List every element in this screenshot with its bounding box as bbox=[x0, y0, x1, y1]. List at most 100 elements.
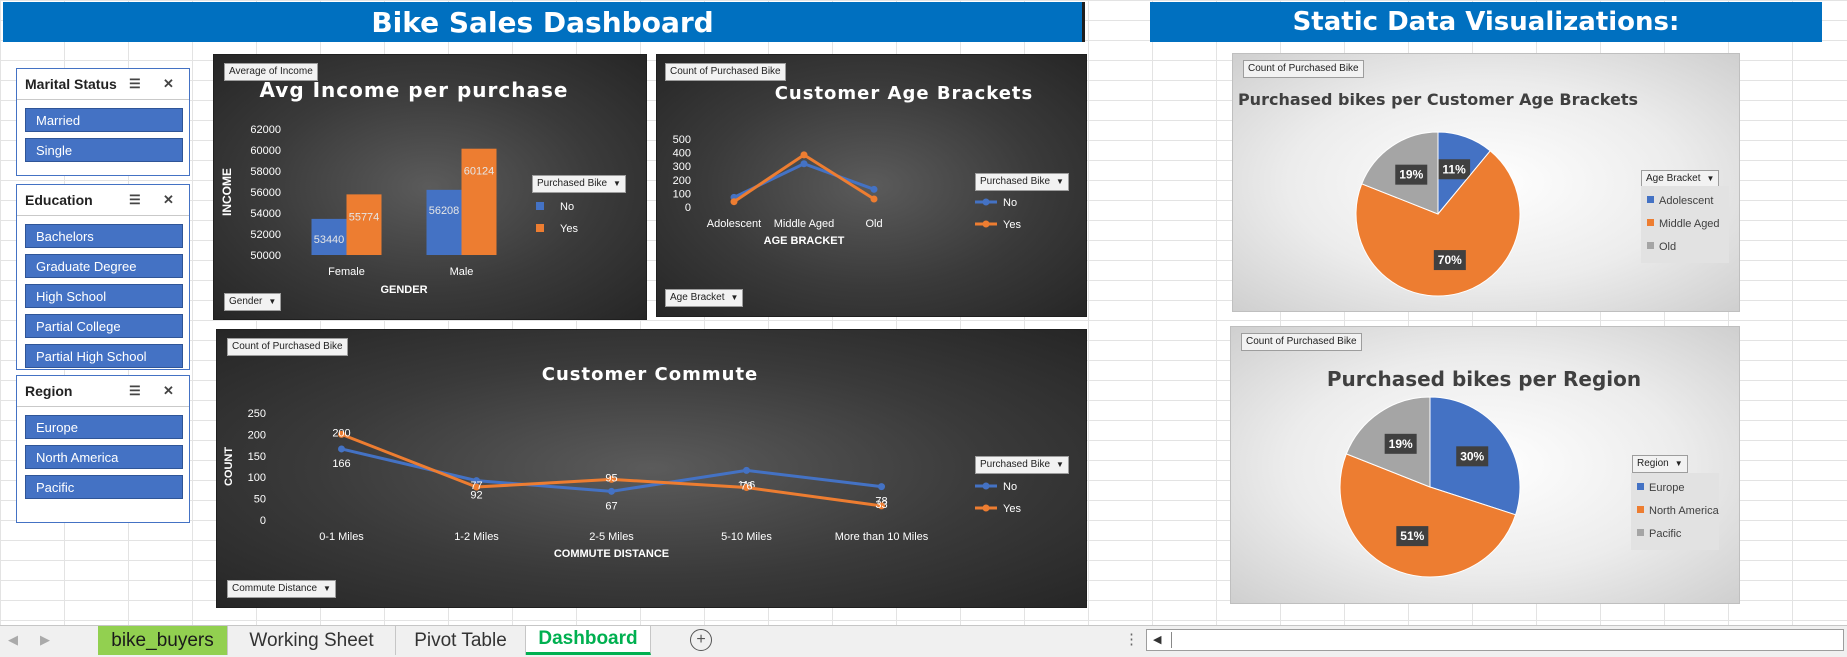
x-axis-title: GENDER bbox=[380, 284, 427, 296]
data-point bbox=[800, 151, 808, 159]
y-tick-label: 50000 bbox=[250, 250, 281, 262]
scroll-right-icon[interactable]: ▶ bbox=[40, 632, 50, 648]
series-line bbox=[733, 162, 875, 199]
y-tick-label: 56000 bbox=[250, 187, 281, 199]
slicer-item-europe[interactable]: Europe bbox=[25, 415, 183, 439]
data-point bbox=[800, 160, 808, 168]
scrollbar-thumb[interactable] bbox=[1171, 632, 1172, 648]
slicer-item-partial-high-school[interactable]: Partial High School bbox=[25, 344, 183, 368]
data-label: 11% bbox=[1442, 162, 1466, 176]
legend-marker bbox=[982, 198, 990, 206]
tab-dashboard[interactable]: Dashboard bbox=[526, 626, 651, 655]
sheet-tab-bar: ◀ ▶ bike_buyers Working Sheet Pivot Tabl… bbox=[0, 625, 1847, 657]
slicer-title: Education bbox=[25, 192, 93, 208]
data-label: 33 bbox=[875, 499, 887, 511]
series-line bbox=[340, 433, 882, 508]
legend-label: Yes bbox=[1003, 219, 1021, 231]
slicer-item-bachelors[interactable]: Bachelors bbox=[25, 224, 183, 248]
chart-title: Customer Age Brackets bbox=[775, 83, 1034, 104]
chart-age-brackets[interactable]: Count of Purchased Bike Age Bracket ▼ Pur… bbox=[656, 54, 1087, 317]
data-label: 56208 bbox=[429, 205, 460, 217]
clear-filter-icon[interactable]: ✕ bbox=[163, 192, 174, 208]
chart-avg-income[interactable]: Average of Income Gender ▼ Purchased Bike… bbox=[213, 54, 647, 320]
chart-avg-income-svg: Avg Income per purchase 50000 52000 54000 56… bbox=[220, 78, 578, 296]
multiselect-icon[interactable]: ☰ bbox=[129, 192, 141, 208]
legend-swatch bbox=[1647, 219, 1654, 226]
bar bbox=[426, 189, 462, 255]
slicer-item-high-school[interactable]: High School bbox=[25, 284, 183, 308]
y-tick-label: 300 bbox=[673, 161, 691, 173]
chart-customer-commute[interactable]: Count of Purchased Bike Commute Distance… bbox=[216, 329, 1087, 608]
x-tick-label: 2-5 Miles bbox=[589, 531, 634, 543]
slicer-marital-status[interactable]: Marital Status ☰ ✕ Married Single bbox=[16, 68, 190, 176]
legend-label: Middle Aged bbox=[1659, 218, 1720, 230]
chart-title: Purchased bikes per Customer Age Bracket… bbox=[1238, 90, 1638, 109]
legend-swatch bbox=[1637, 483, 1644, 490]
horizontal-scrollbar[interactable]: ◀ bbox=[1146, 629, 1844, 651]
legend-label: No bbox=[1003, 197, 1017, 209]
static-title-text: Static Data Visualizations: bbox=[1292, 7, 1680, 37]
legend-swatch bbox=[536, 202, 544, 210]
legend-label: Adolescent bbox=[1659, 195, 1713, 207]
slicer-item-pacific[interactable]: Pacific bbox=[25, 475, 183, 499]
slicer-item-north-america[interactable]: North America bbox=[25, 445, 183, 469]
data-label: 19% bbox=[1399, 168, 1423, 182]
multiselect-icon[interactable]: ☰ bbox=[129, 76, 141, 92]
chart-pie-region-svg: Purchased bikes per Region 30% 51% 19% Europ… bbox=[1327, 367, 1720, 578]
slicer-item-single[interactable]: Single bbox=[25, 138, 183, 162]
slicer-education[interactable]: Education ☰ ✕ Bachelors Graduate Degree … bbox=[16, 184, 190, 370]
chart-title: Purchased bikes per Region bbox=[1327, 367, 1641, 391]
legend-marker bbox=[982, 220, 990, 228]
data-label: 76 bbox=[740, 480, 752, 492]
x-tick-label: Old bbox=[865, 218, 882, 230]
slicer-item-partial-college[interactable]: Partial College bbox=[25, 314, 183, 338]
data-point bbox=[608, 487, 615, 495]
slicer-item-graduate-degree[interactable]: Graduate Degree bbox=[25, 254, 183, 278]
y-tick-label: 60000 bbox=[250, 145, 281, 157]
chart-age-brackets-svg: Customer Age Brackets 0 100200 300400 500 Ado… bbox=[673, 83, 1034, 247]
x-axis-title: AGE BRACKET bbox=[764, 235, 845, 247]
dashboard-title-text: Bike Sales Dashboard bbox=[371, 5, 714, 39]
legend-swatch bbox=[1647, 196, 1654, 203]
scroll-left-arrow-icon[interactable]: ◀ bbox=[1153, 633, 1161, 646]
data-point bbox=[743, 466, 750, 474]
legend-label: No bbox=[560, 201, 574, 213]
chart-customer-commute-svg: Customer Commute 0 50 100 150 200 250 0-1 Miles… bbox=[223, 364, 1021, 560]
legend-marker bbox=[982, 504, 990, 512]
static-title: Static Data Visualizations: bbox=[1150, 2, 1822, 42]
x-axis-title: COMMUTE DISTANCE bbox=[554, 548, 669, 560]
data-label: 67 bbox=[605, 500, 617, 512]
y-tick-label: 52000 bbox=[250, 229, 281, 241]
y-tick-label: 50 bbox=[254, 494, 266, 506]
slicer-item-married[interactable]: Married bbox=[25, 108, 183, 132]
clear-filter-icon[interactable]: ✕ bbox=[163, 383, 174, 399]
x-tick-label: Middle Aged bbox=[774, 218, 835, 230]
clear-filter-icon[interactable]: ✕ bbox=[163, 76, 174, 92]
data-point bbox=[878, 483, 885, 491]
y-tick-label: 200 bbox=[673, 175, 691, 187]
legend-swatch bbox=[1637, 529, 1644, 536]
chart-pie-age-brackets[interactable]: Count of Purchased Bike Age Bracket ▼ Pur… bbox=[1232, 53, 1740, 312]
series-line bbox=[341, 447, 882, 493]
plus-circle-icon[interactable]: + bbox=[690, 629, 712, 651]
chart-pie-region[interactable]: Count of Purchased Bike Region ▼ Purchase… bbox=[1230, 326, 1740, 604]
data-point bbox=[730, 198, 738, 206]
more-options-icon[interactable]: ⋮ bbox=[1124, 630, 1139, 648]
y-tick-label: 500 bbox=[673, 134, 691, 146]
multiselect-icon[interactable]: ☰ bbox=[129, 383, 141, 399]
x-tick-label: More than 10 Miles bbox=[835, 531, 929, 543]
tab-working-sheet[interactable]: Working Sheet bbox=[228, 626, 396, 655]
legend-label: North America bbox=[1649, 505, 1720, 517]
tab-pivot-table[interactable]: Pivot Table bbox=[396, 626, 526, 655]
y-tick-label: 150 bbox=[248, 451, 266, 463]
slicer-region[interactable]: Region ☰ ✕ Europe North America Pacific bbox=[16, 375, 190, 523]
y-tick-label: 100 bbox=[673, 188, 691, 200]
scroll-left-icon[interactable]: ◀ bbox=[8, 632, 18, 648]
tab-bike-buyers[interactable]: bike_buyers bbox=[98, 626, 228, 655]
data-label: 95 bbox=[605, 472, 617, 484]
data-point bbox=[870, 195, 878, 203]
y-axis-title: INCOME bbox=[220, 168, 234, 216]
data-point bbox=[870, 185, 878, 193]
legend-label: Old bbox=[1659, 241, 1676, 253]
data-label: 166 bbox=[332, 458, 350, 470]
